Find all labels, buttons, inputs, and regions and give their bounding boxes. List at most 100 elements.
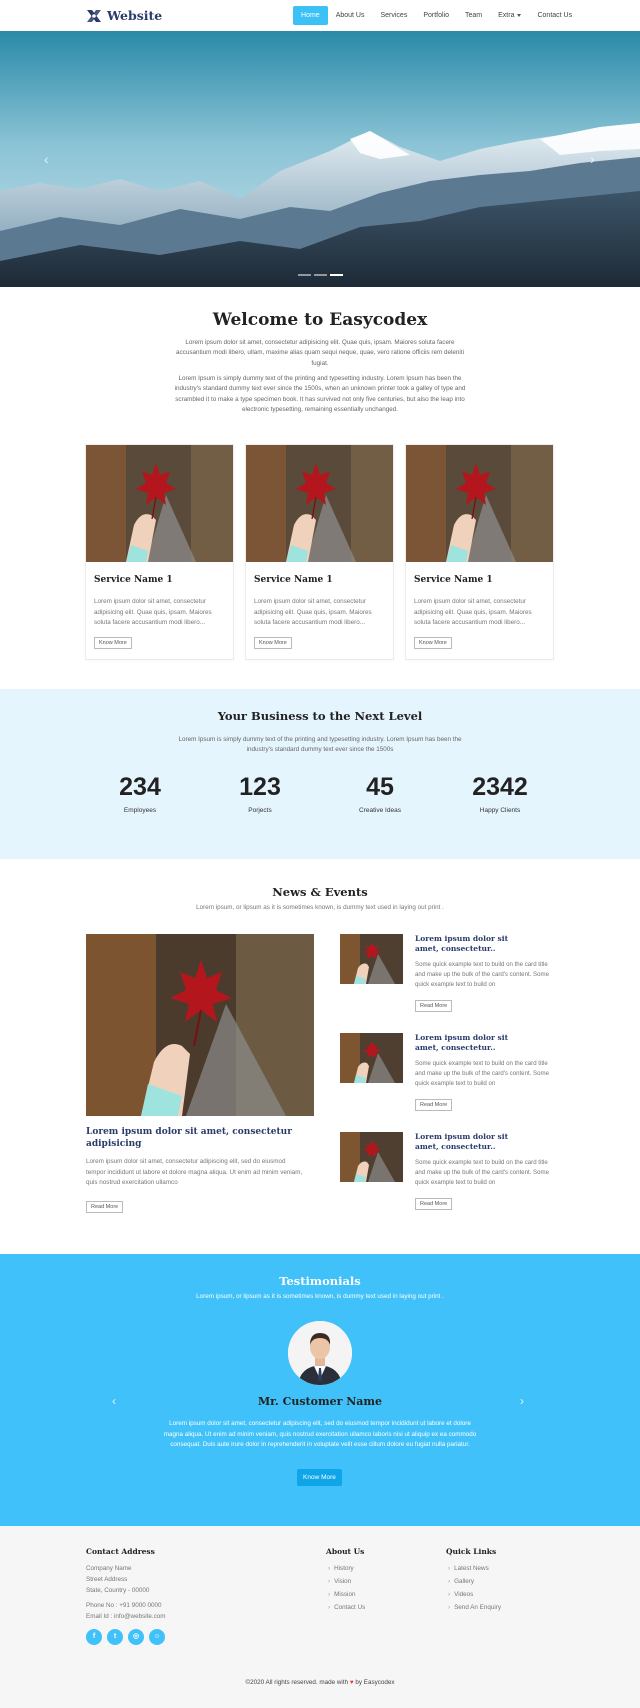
footer-contact-title: Contact Address bbox=[86, 1547, 155, 1556]
chevron-right-icon: › bbox=[328, 1591, 331, 1598]
news-item-title[interactable]: Lorem ipsum dolor sit amet, consectetur.… bbox=[415, 934, 530, 954]
footer-link-label: Mission bbox=[334, 1591, 356, 1598]
footer-about-title: About Us bbox=[326, 1547, 365, 1556]
carousel-next-icon[interactable]: › bbox=[590, 151, 595, 167]
service-title: Service Name 1 bbox=[254, 575, 333, 585]
nav-portfolio[interactable]: Portfolio bbox=[415, 6, 457, 25]
news-item-text: Some quick example text to build on the … bbox=[415, 961, 549, 988]
read-more-button[interactable]: Read More bbox=[86, 1201, 124, 1213]
know-more-button[interactable]: Know More bbox=[414, 637, 452, 649]
stat-employees: 234 Employees bbox=[80, 773, 200, 815]
service-image bbox=[406, 445, 553, 562]
footer-link-send-enquiry[interactable]: › Send An Enquiry bbox=[448, 1604, 501, 1611]
twitter-icon[interactable]: t bbox=[107, 1629, 123, 1645]
stat-label: Porjects bbox=[248, 807, 272, 814]
heart-icon: ♥ bbox=[349, 1679, 354, 1686]
chevron-right-icon: › bbox=[448, 1591, 451, 1598]
carousel-indicator-active[interactable] bbox=[330, 274, 343, 276]
read-more-button[interactable]: Read More bbox=[415, 1099, 453, 1111]
footer-link-mission[interactable]: › Mission bbox=[328, 1591, 355, 1598]
stat-creative-ideas: 45 Creative Ideas bbox=[320, 773, 440, 815]
chevron-down-icon bbox=[517, 13, 522, 17]
footer-state: State, Country - 00000 bbox=[86, 1587, 150, 1594]
carousel-indicator[interactable] bbox=[314, 274, 327, 276]
snapchat-icon[interactable]: ☺ bbox=[149, 1629, 165, 1645]
chevron-right-icon: › bbox=[448, 1604, 451, 1611]
customer-name: Mr. Customer Name bbox=[257, 1395, 383, 1408]
service-title: Service Name 1 bbox=[414, 575, 493, 585]
stats-section: Your Business to the Next Level Lorem Ip… bbox=[0, 689, 640, 859]
customer-avatar bbox=[288, 1321, 352, 1385]
nav-services[interactable]: Services bbox=[372, 6, 415, 25]
main-menu: Home About Us Services Portfolio Team Ex… bbox=[293, 6, 580, 25]
chevron-right-icon: › bbox=[328, 1578, 331, 1585]
service-title: Service Name 1 bbox=[94, 575, 173, 585]
news-item-title[interactable]: Lorem ipsum dolor sit amet, consectetur.… bbox=[415, 1033, 530, 1053]
testimonials-subtitle: Lorem ipsum, or lipsum as it is sometime… bbox=[196, 1293, 444, 1300]
facebook-icon[interactable]: f bbox=[86, 1629, 102, 1645]
news-featured-image[interactable] bbox=[86, 934, 314, 1116]
chevron-right-icon: › bbox=[448, 1578, 451, 1585]
testimonials-section: Testimonials Lorem ipsum, or lipsum as i… bbox=[0, 1254, 640, 1526]
footer-link-history[interactable]: › History bbox=[328, 1565, 354, 1572]
news-item-text: Some quick example text to build on the … bbox=[415, 1060, 549, 1087]
nav-extra-dropdown[interactable]: Extra bbox=[490, 6, 529, 25]
footer-link-label: Vision bbox=[334, 1578, 352, 1585]
know-more-button[interactable]: Know More bbox=[254, 637, 292, 649]
news-thumbnail[interactable] bbox=[340, 934, 403, 984]
nav-about-us[interactable]: About Us bbox=[328, 6, 373, 25]
stat-number: 45 bbox=[366, 773, 394, 801]
news-title: News & Events bbox=[272, 885, 368, 899]
nav-team[interactable]: Team bbox=[457, 6, 490, 25]
nav-contact-us[interactable]: Contact Us bbox=[529, 6, 580, 25]
footer-link-vision[interactable]: › Vision bbox=[328, 1578, 351, 1585]
stat-projects: 123 Porjects bbox=[200, 775, 320, 815]
chevron-right-icon: › bbox=[448, 1565, 451, 1572]
know-more-button[interactable]: Know More bbox=[297, 1469, 342, 1486]
footer-street: Street Address bbox=[86, 1576, 128, 1583]
copyright-text: ©2020 All rights reserved. made with bbox=[245, 1679, 349, 1686]
news-item-text: Some quick example text to build on the … bbox=[415, 1159, 549, 1186]
copyright-by[interactable]: by Easycodex bbox=[355, 1679, 394, 1686]
testimonials-title: Testimonials bbox=[279, 1274, 361, 1288]
stats-description: Lorem Ipsum is simply dummy text of the … bbox=[178, 736, 462, 754]
news-thumbnail[interactable] bbox=[340, 1033, 403, 1083]
carousel-indicators bbox=[298, 274, 343, 276]
instagram-icon[interactable]: ◎ bbox=[128, 1629, 144, 1645]
brand-link[interactable]: Website bbox=[86, 8, 162, 23]
know-more-button[interactable]: Know More bbox=[94, 637, 132, 649]
service-description: Lorem ipsum dolor sit amet, consectetur … bbox=[254, 598, 372, 626]
nav-home[interactable]: Home bbox=[293, 6, 328, 25]
brand-name: Website bbox=[107, 8, 163, 23]
carousel-prev-icon[interactable]: ‹ bbox=[44, 151, 49, 167]
footer-link-contact-us[interactable]: › Contact Us bbox=[328, 1604, 365, 1611]
news-featured-text: Lorem ipsum dolor sit amet, consectetur … bbox=[86, 1158, 303, 1186]
service-description: Lorem ipsum dolor sit amet, consectetur … bbox=[94, 598, 212, 626]
welcome-paragraph-2: Lorem Ipsum is simply dummy text of the … bbox=[174, 375, 466, 413]
service-card: Service Name 1 Lorem ipsum dolor sit ame… bbox=[246, 445, 393, 659]
footer-company: Company Name bbox=[86, 1565, 132, 1572]
news-featured-title[interactable]: Lorem ipsum dolor sit amet, consectetur … bbox=[86, 1126, 296, 1150]
welcome-title: Welcome to Easycodex bbox=[212, 310, 428, 330]
navbar: Website Home About Us Services Portfolio… bbox=[0, 0, 640, 31]
read-more-button[interactable]: Read More bbox=[415, 1000, 453, 1012]
footer-link-latest-news[interactable]: › Latest News bbox=[448, 1565, 489, 1572]
footer: Contact Address Company Name Street Addr… bbox=[0, 1526, 640, 1708]
stat-label: Creative Ideas bbox=[359, 807, 401, 814]
read-more-button[interactable]: Read More bbox=[415, 1198, 453, 1210]
stat-label: Happy Clients bbox=[479, 807, 521, 814]
service-card: Service Name 1 Lorem ipsum dolor sit ame… bbox=[406, 445, 553, 659]
footer-email: Email Id : info@website.com bbox=[86, 1613, 166, 1620]
service-card: Service Name 1 Lorem ipsum dolor sit ame… bbox=[86, 445, 233, 659]
stat-number: 2342 bbox=[472, 773, 528, 801]
footer-link-gallery[interactable]: › Gallery bbox=[448, 1578, 474, 1585]
stat-number: 234 bbox=[119, 773, 161, 801]
chevron-right-icon: › bbox=[328, 1604, 331, 1611]
carousel-indicator[interactable] bbox=[298, 274, 311, 276]
news-thumbnail[interactable] bbox=[340, 1132, 403, 1182]
footer-link-videos[interactable]: › Videos bbox=[448, 1591, 473, 1598]
news-item-title[interactable]: Lorem ipsum dolor sit amet, consectetur.… bbox=[415, 1132, 530, 1152]
service-image bbox=[246, 445, 393, 562]
footer-link-label: Videos bbox=[454, 1591, 474, 1598]
service-description: Lorem ipsum dolor sit amet, consectetur … bbox=[414, 598, 532, 626]
